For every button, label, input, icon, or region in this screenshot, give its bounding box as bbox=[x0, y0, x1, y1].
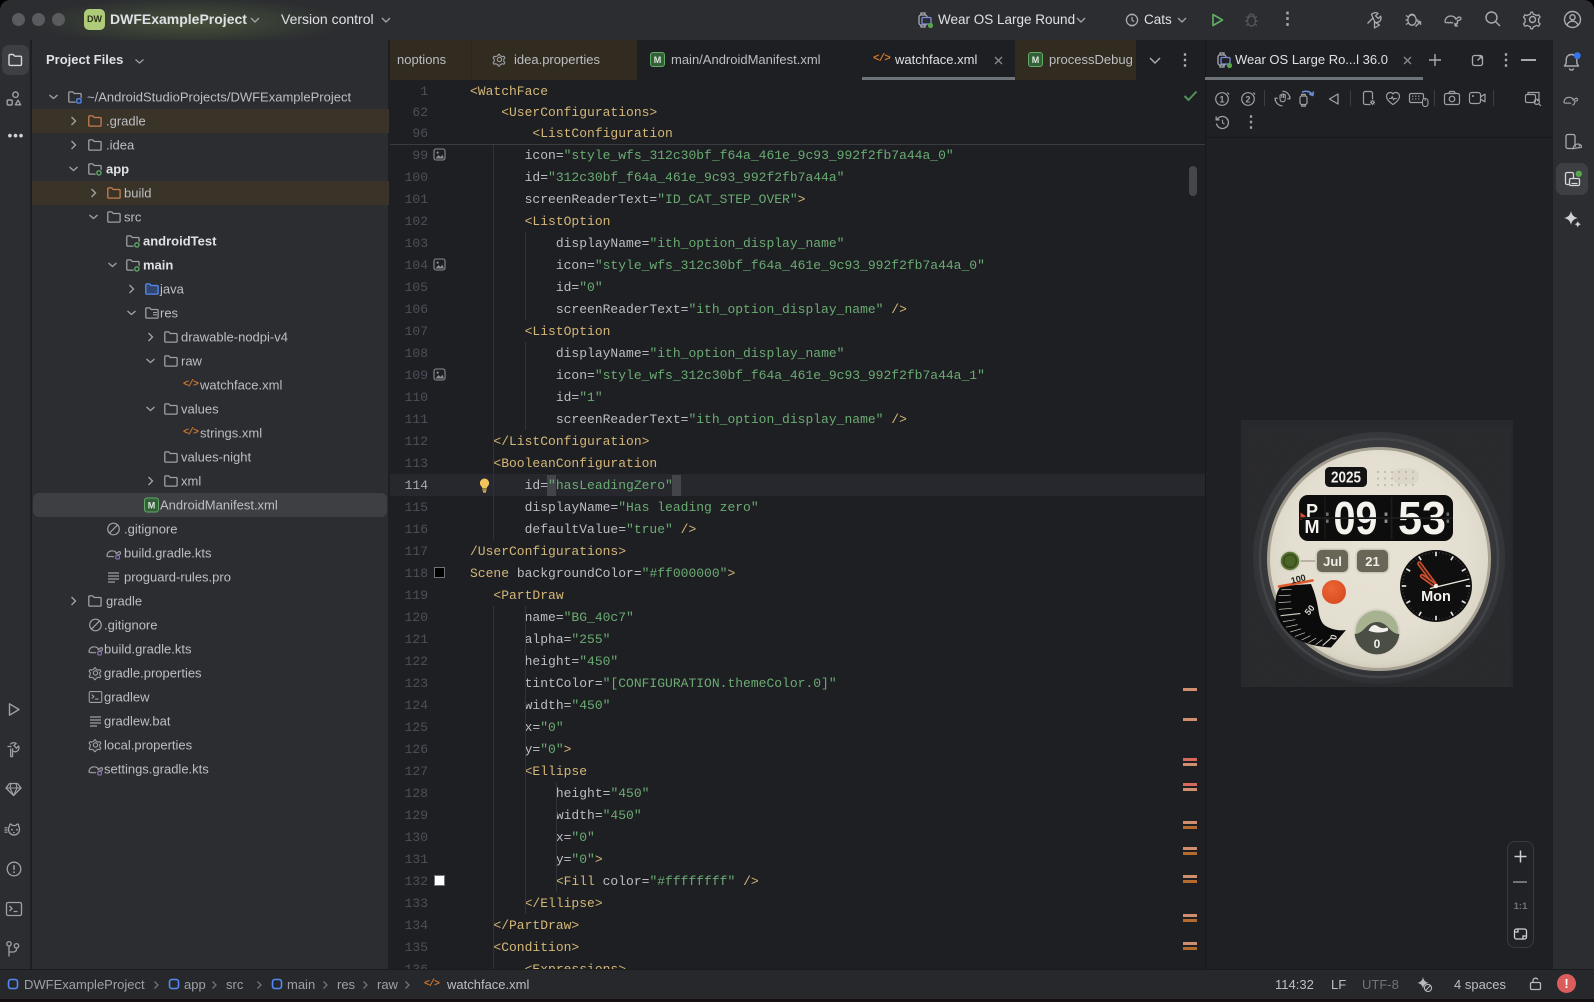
svg-text:M: M bbox=[1305, 517, 1320, 537]
svg-text:1: 1 bbox=[1219, 94, 1224, 104]
svg-text:2025: 2025 bbox=[1331, 470, 1361, 487]
svg-text:Mon: Mon bbox=[1421, 589, 1451, 605]
svg-text:2: 2 bbox=[1245, 94, 1250, 104]
svg-text:21: 21 bbox=[1365, 554, 1379, 569]
svg-text:0: 0 bbox=[1374, 637, 1381, 651]
svg-text:Jul: Jul bbox=[1323, 554, 1342, 569]
